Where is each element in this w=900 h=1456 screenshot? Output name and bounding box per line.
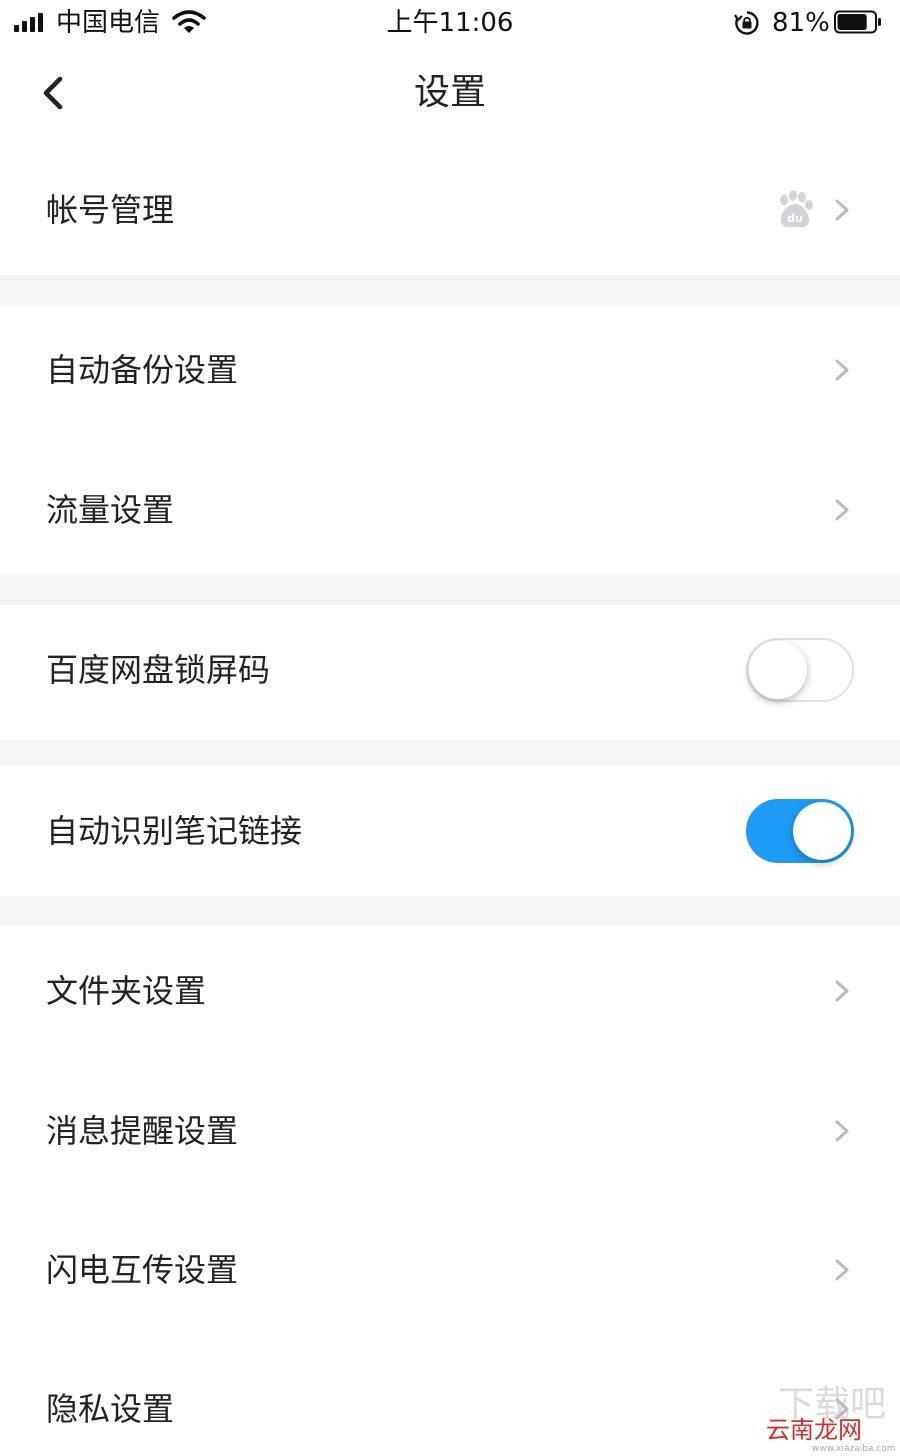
section-divider	[0, 740, 900, 766]
privacy-settings-row[interactable]: 隐私设置	[0, 1344, 900, 1456]
section-divider	[0, 896, 900, 926]
notification-settings-label: 消息提醒设置	[46, 1112, 239, 1150]
watermark: 下载吧 云南龙网 www.xiazaiba.com	[766, 1386, 896, 1455]
baidu-paw-icon: du	[780, 190, 813, 228]
note-link-detection-row: 自动识别笔记链接	[0, 766, 900, 896]
privacy-settings-label: 隐私设置	[46, 1390, 175, 1428]
data-usage-label: 流量设置	[46, 491, 175, 529]
chevron-right-icon	[835, 980, 849, 1002]
auto-backup-row[interactable]: 自动备份设置	[0, 305, 900, 435]
toggle-knob	[749, 641, 807, 699]
page-title: 设置	[413, 72, 486, 113]
note-link-detection-label: 自动识别笔记链接	[46, 812, 303, 850]
note-link-detection-toggle[interactable]	[746, 799, 854, 863]
lock-screen-code-toggle[interactable]	[746, 638, 854, 702]
section-divider	[0, 575, 900, 605]
status-time: 上午11:06	[386, 8, 514, 38]
section-divider	[0, 275, 900, 305]
account-management-row[interactable]: 帐号管理 du	[0, 145, 900, 275]
data-usage-row[interactable]: 流量设置	[0, 445, 900, 575]
svg-text:du: du	[787, 212, 803, 225]
battery-icon	[834, 10, 881, 34]
battery-percentage: 81%	[772, 8, 830, 38]
toggle-knob	[793, 802, 851, 860]
folder-settings-row[interactable]: 文件夹设置	[0, 926, 900, 1056]
watermark-url: www.xiazaiba.com	[812, 1444, 896, 1454]
flash-transfer-settings-row[interactable]: 闪电互传设置	[0, 1205, 900, 1335]
auto-backup-label: 自动备份设置	[46, 351, 239, 389]
watermark-overlay-text: 云南龙网	[766, 1416, 862, 1444]
flash-transfer-settings-label: 闪电互传设置	[46, 1251, 239, 1289]
chevron-right-icon	[835, 199, 849, 221]
notification-settings-row[interactable]: 消息提醒设置	[0, 1066, 900, 1196]
lock-screen-code-label: 百度网盘锁屏码	[46, 651, 271, 689]
chevron-right-icon	[835, 1259, 849, 1281]
folder-settings-label: 文件夹设置	[46, 972, 207, 1010]
orientation-lock-icon	[734, 11, 759, 35]
status-bar: 中国电信 上午11:06 81%	[0, 0, 900, 46]
chevron-right-icon	[835, 1120, 849, 1142]
chevron-right-icon	[835, 359, 849, 381]
account-management-label: 帐号管理	[46, 191, 175, 229]
chevron-right-icon	[835, 499, 849, 521]
lock-screen-code-row: 百度网盘锁屏码	[0, 605, 900, 735]
